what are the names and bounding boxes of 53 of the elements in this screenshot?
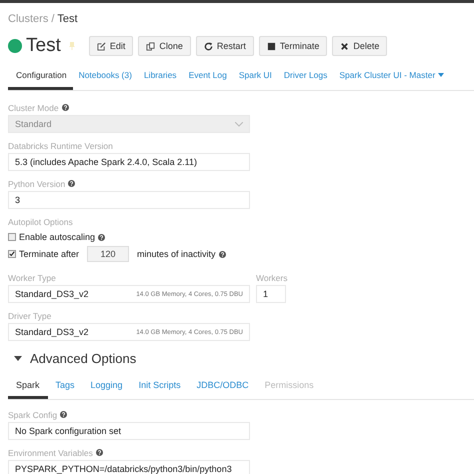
tab[interactable]: Driver Logs — [278, 63, 334, 90]
delete-button[interactable]: Delete — [332, 36, 388, 56]
tab[interactable]: Tags — [48, 375, 83, 399]
tab[interactable]: JDBC/ODBC — [188, 375, 257, 399]
help-icon[interactable] — [60, 411, 68, 418]
input-field[interactable]: 1 — [256, 285, 286, 303]
section-title[interactable]: Advanced Options — [30, 350, 136, 366]
tab[interactable]: Spark — [8, 375, 48, 399]
checkbox[interactable] — [8, 250, 16, 258]
tab[interactable]: Notebooks (3) — [72, 63, 138, 90]
breadcrumb-separator: / — [51, 13, 54, 25]
input-field[interactable]: PYSPARK_PYTHON=/databricks/python3/bin/python3 — [8, 460, 250, 474]
help-icon[interactable] — [96, 449, 103, 456]
help-icon[interactable] — [68, 180, 76, 187]
tab[interactable]: Init Scripts — [130, 375, 189, 399]
input-field[interactable]: 5.3 (includes Apache Spark 2.4.0, Scala 2.11) — [8, 153, 250, 171]
edit-button[interactable]: Edit — [88, 36, 134, 56]
copy-icon — [146, 42, 156, 50]
checkbox-label: Enable autoscaling — [19, 232, 96, 242]
field-label: Worker Type — [8, 272, 56, 282]
tab[interactable]: Spark UI — [232, 63, 278, 90]
checkbox[interactable] — [8, 233, 16, 241]
field-label: Environment Variables — [8, 448, 93, 458]
tab[interactable]: Libraries — [138, 63, 183, 90]
minutes-field[interactable]: 120 — [87, 246, 130, 262]
breadcrumb-current: Test — [57, 13, 78, 25]
input-field[interactable]: No Spark configuration set — [8, 422, 250, 440]
terminate-button[interactable]: Terminate — [258, 36, 328, 56]
field-label: Spark Config — [8, 410, 58, 420]
tab[interactable]: Configuration — [8, 63, 73, 90]
field-label: Databricks Runtime Version — [8, 140, 113, 150]
tab[interactable]: Event Log — [182, 63, 233, 90]
close-icon — [340, 42, 350, 50]
refresh-icon — [204, 42, 213, 50]
input-field[interactable]: 3 — [8, 191, 250, 209]
help-icon[interactable] — [218, 250, 226, 258]
restart-button[interactable]: Restart — [196, 36, 254, 56]
chevron-icon — [235, 122, 243, 126]
field-label: Workers — [256, 272, 288, 282]
caret-icon[interactable] — [14, 356, 22, 360]
tab[interactable]: Spark Cluster UI - Master — [333, 63, 450, 90]
field-suffix: minutes of inactivity — [137, 249, 216, 259]
tab[interactable]: Logging — [82, 375, 131, 399]
stop-icon — [266, 42, 276, 50]
clone-button[interactable]: Clone — [138, 36, 191, 56]
field-label: Driver Type — [8, 310, 52, 320]
edit-icon — [96, 42, 106, 50]
field-label: Python Version — [8, 178, 66, 188]
section-label: Autopilot Options — [8, 216, 73, 226]
cluster-name: Test — [26, 35, 61, 57]
checkbox-label: Terminate after — [19, 249, 80, 259]
help-icon[interactable] — [98, 234, 106, 240]
field-label: Cluster Mode — [8, 102, 59, 112]
